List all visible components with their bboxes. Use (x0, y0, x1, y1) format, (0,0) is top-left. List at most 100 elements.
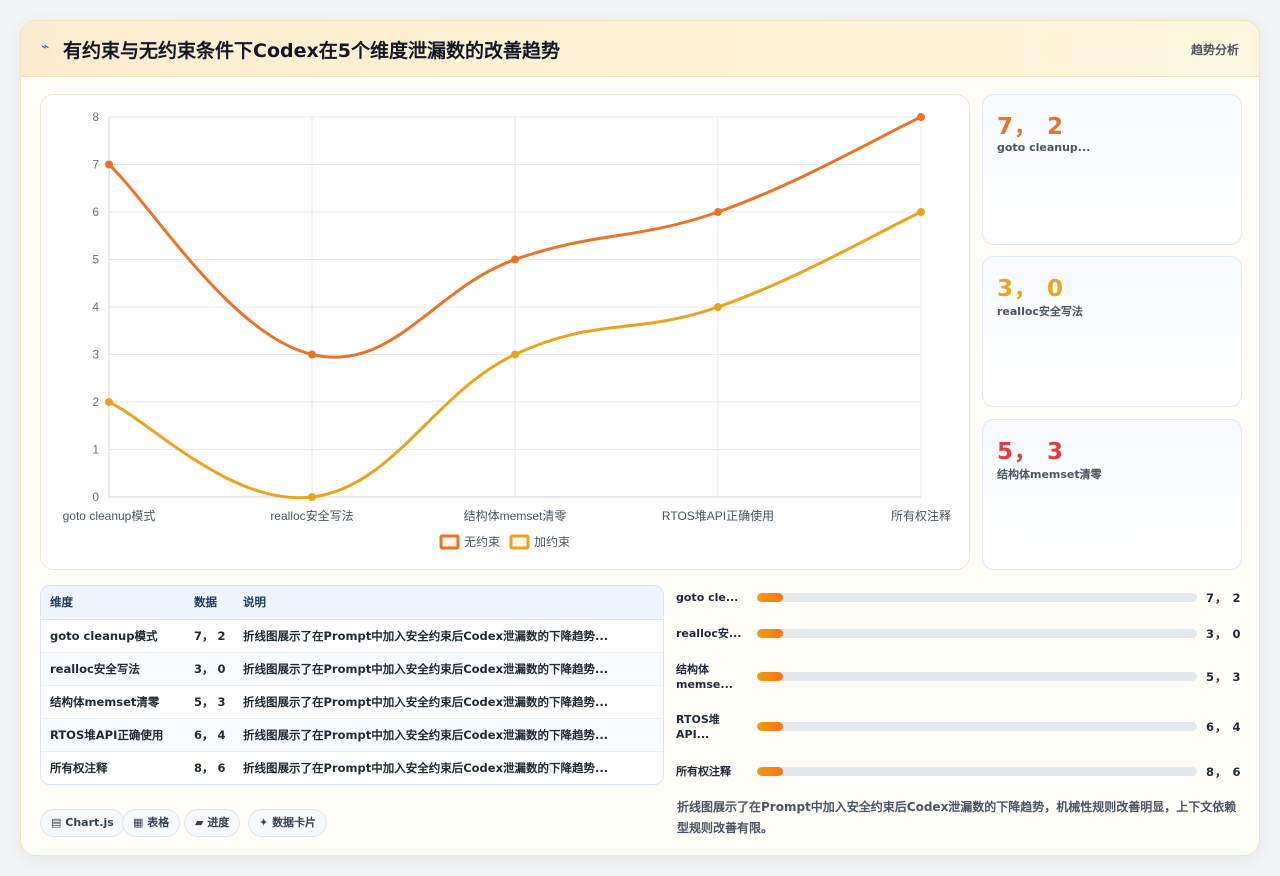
table-cell: 折线图展示了在Prompt中加入安全约束后Codex泄漏数的下降趋势... (234, 619, 663, 653)
progress-label: 所有权注释 (676, 765, 731, 778)
stat-card-2: 3， 0 realloc安全写法 (982, 256, 1242, 407)
x-tick-label: RTOS堆API正确使用 (662, 508, 774, 523)
stat-label: 结构体memset清零 (997, 468, 1102, 481)
table-cell: 6， 4 (185, 718, 234, 752)
summary-text: 折线图展示了在Prompt中加入安全约束后Codex泄漏数的下降趋势，机械性规则… (677, 800, 1237, 835)
chip-label: 表格 (147, 816, 170, 829)
chip-data-cards[interactable]: ✦ 数据卡片 (248, 809, 328, 837)
data-point (714, 208, 722, 216)
header-tag: 趋势分析 (1190, 43, 1239, 57)
table-icon: ▦ (133, 816, 144, 829)
legend-swatch (439, 534, 460, 550)
x-tick-label: 结构体memset清零 (464, 508, 567, 523)
data-point (511, 350, 519, 359)
report-card: ⌁ 有约束与无约束条件下Codex在5个维度泄漏数的改善趋势 趋势分析 0 1 2 3… (20, 20, 1260, 856)
progress-value: 8， 6 (1206, 765, 1242, 779)
y-tick-label: 8 (92, 110, 99, 124)
progress-label: 结构体memse... (676, 663, 733, 691)
line-chart-panel: 0 1 2 3 4 5 6 7 8 goto cleanup模式 realloc安全写法 结构体mem… (40, 94, 970, 570)
progress-track (757, 722, 1197, 731)
progress-track (757, 672, 1197, 681)
table-row: RTOS堆API正确使用 6， 4 折线图展示了在Prompt中加入安全约束后C… (41, 718, 663, 752)
progress-fill (757, 629, 784, 638)
table-cell: 5， 3 (185, 685, 234, 719)
table-header-row: 维度 数据 说明 (41, 586, 663, 620)
table-cell: RTOS堆API正确使用 (41, 718, 185, 752)
y-tick-label: 3 (92, 348, 99, 362)
y-tick-label: 5 (92, 253, 99, 267)
table-row: realloc安全写法 3， 0 折线图展示了在Prompt中加入安全约束后Co… (41, 652, 663, 686)
data-point (308, 493, 316, 501)
progress-value: 7， 2 (1206, 591, 1242, 605)
x-tick-label: goto cleanup模式 (63, 509, 156, 523)
chip-label: 数据卡片 (272, 816, 317, 829)
chip-progress[interactable]: ▰ 进度 (184, 809, 241, 837)
progress-label: RTOS堆API... (676, 713, 720, 741)
chip-label: Chart.js (65, 816, 114, 829)
table-cell: 折线图展示了在Prompt中加入安全约束后Codex泄漏数的下降趋势... (234, 652, 663, 686)
data-point (917, 208, 925, 216)
data-point (105, 160, 113, 169)
progress-track (757, 629, 1197, 638)
legend-label: 无约束 (464, 534, 500, 549)
stat-label: goto cleanup... (997, 141, 1091, 154)
x-tick-label: realloc安全写法 (270, 508, 353, 523)
table-cell: 8， 6 (194, 760, 226, 775)
table-row: 结构体memset清零 5， 3 折线图展示了在Prompt中加入安全约束后Co… (41, 685, 663, 719)
y-tick-label: 4 (92, 300, 99, 314)
card-header: ⌁ 有约束与无约束条件下Codex在5个维度泄漏数的改善趋势 趋势分析 (21, 21, 1259, 77)
chip-table[interactable]: ▦ 表格 (122, 809, 181, 837)
data-table: 维度 数据 说明 goto cleanup模式 7， 2 折线图展示了在Prom… (41, 586, 663, 784)
data-point (511, 255, 519, 264)
chip-chartjs[interactable]: ▤ Chart.js (40, 809, 125, 837)
data-point (105, 398, 113, 406)
table-cell: 折线图展示了在Prompt中加入安全约束后Codex泄漏数的下降趋势... (234, 685, 663, 719)
progress-label: realloc安... (676, 627, 742, 640)
table-cell: 结构体memset清零 (41, 685, 185, 719)
progress-icon: ▰ (195, 816, 204, 829)
legend-label: 加约束 (534, 534, 570, 549)
table-cell: 折线图展示了在Prompt中加入安全约束后Codex泄漏数的下降趋势... (243, 760, 609, 775)
page-title: 有约束与无约束条件下Codex在5个维度泄漏数的改善趋势 (63, 40, 560, 62)
table-header-description: 说明 (234, 586, 663, 620)
progress-label: goto cle... (676, 591, 739, 604)
stat-value: 5， 3 (997, 439, 1065, 465)
progress-fill (757, 593, 784, 602)
table-header-data: 数据 (185, 586, 234, 620)
line-chart: 0 1 2 3 4 5 6 7 8 goto cleanup模式 realloc安全写法 结构体mem… (63, 110, 951, 550)
table-row: goto cleanup模式 7， 2 折线图展示了在Prompt中加入安全约束… (41, 619, 663, 653)
progress-value: 6， 4 (1206, 720, 1242, 734)
table-cell: 7， 2 (185, 619, 234, 653)
data-point (308, 350, 316, 359)
progress-track (757, 767, 1197, 776)
table-header-dimension: 维度 (41, 586, 185, 620)
y-tick-label: 6 (92, 205, 99, 219)
table-cell: 折线图展示了在Prompt中加入安全约束后Codex泄漏数的下降趋势... (234, 718, 663, 752)
x-tick-label: 所有权注释 (891, 508, 951, 523)
table-row: 所有权注释 8， 6 折线图展示了在Prompt中加入安全约束后Codex泄漏数… (41, 751, 663, 784)
y-tick-label: 2 (92, 395, 99, 409)
legend-swatch (509, 534, 530, 550)
progress-track (757, 593, 1197, 602)
table-cell: 所有权注释 (50, 760, 108, 775)
y-tick-label: 7 (92, 158, 99, 172)
stat-label: realloc安全写法 (997, 305, 1083, 318)
table-cell: 3， 0 (185, 652, 234, 686)
progress-fill (757, 722, 784, 731)
progress-value: 3， 0 (1206, 627, 1242, 641)
pulse-icon: ⌁ (41, 39, 50, 55)
chart-icon: ▤ (51, 816, 62, 829)
stat-value: 7， 2 (997, 114, 1065, 140)
data-point (714, 303, 722, 311)
chip-label: 进度 (207, 816, 230, 829)
progress-fill (757, 767, 784, 776)
progress-fill (757, 672, 784, 681)
stat-card-3: 5， 3 结构体memset清零 (982, 419, 1242, 570)
y-tick-label: 1 (92, 443, 99, 457)
table-cell: realloc安全写法 (41, 652, 185, 686)
table-cell: goto cleanup模式 (41, 619, 185, 653)
data-table-panel: 维度 数据 说明 goto cleanup模式 7， 2 折线图展示了在Prom… (40, 585, 664, 785)
stat-value: 3， 0 (997, 276, 1065, 302)
card-icon: ✦ (259, 816, 269, 829)
progress-value: 5， 3 (1206, 670, 1242, 684)
